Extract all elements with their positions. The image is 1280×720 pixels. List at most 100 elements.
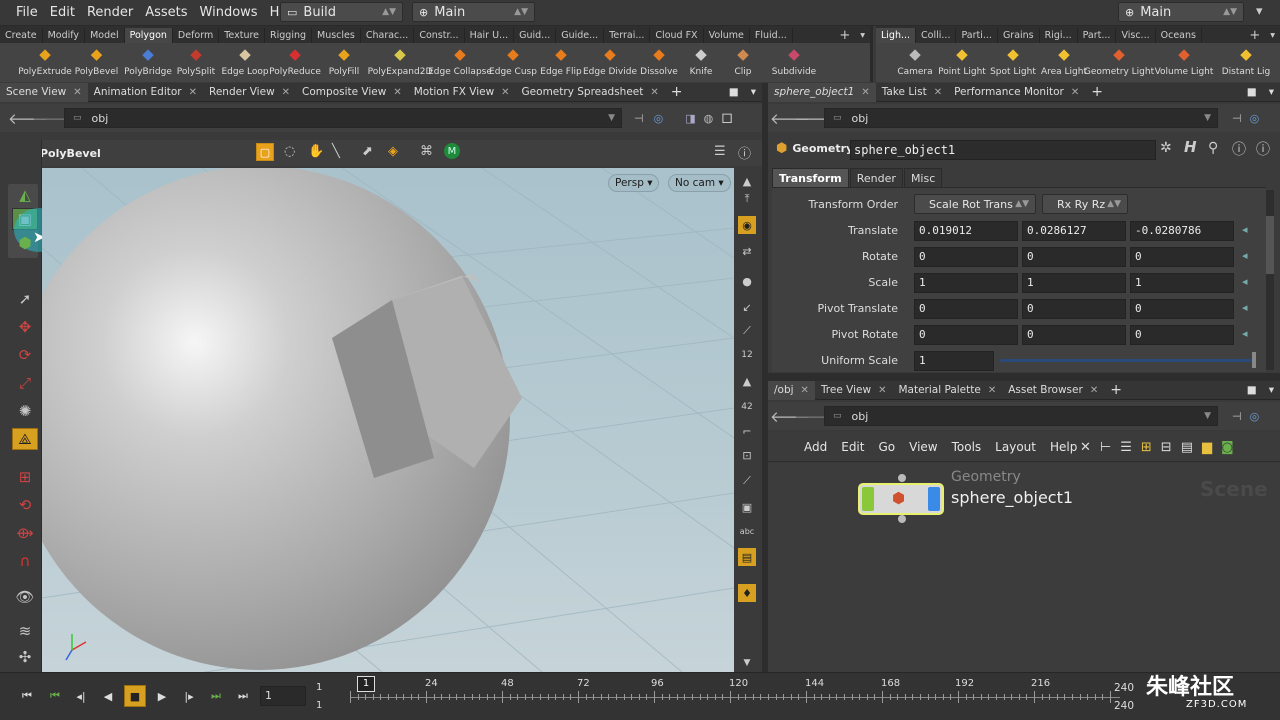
up-arrow-icon[interactable]: ▲	[738, 172, 756, 190]
link-icon[interactable]: ◎	[1250, 112, 1260, 125]
play-icon[interactable]: ▶	[151, 685, 173, 707]
tool-polysplit[interactable]: ◆ PolySplit	[173, 43, 219, 81]
shelf-tab-volume[interactable]: Volume	[704, 28, 750, 43]
slider-handle[interactable]	[1252, 352, 1256, 368]
maximize-icon[interactable]: ■	[1241, 381, 1263, 400]
tool-point-light[interactable]: ◆ Point Light	[936, 43, 988, 81]
close-icon[interactable]: ✕	[1071, 83, 1079, 102]
rotate-tool-icon[interactable]: ⟳	[12, 344, 38, 366]
menu-file[interactable]: File	[10, 0, 44, 26]
snap-icon[interactable]: ↙	[738, 298, 756, 316]
select-tool-icon[interactable]: ➚	[12, 288, 38, 310]
pane-tab-composite-view[interactable]: Composite View ✕	[296, 83, 408, 102]
tool-area-light[interactable]: ◆ Area Light	[1038, 43, 1090, 81]
shelf-tab-oceans[interactable]: Oceans	[1156, 28, 1202, 43]
add-shelf-icon[interactable]: +	[834, 28, 855, 43]
shelf-menu-icon[interactable]: ▾	[855, 28, 870, 43]
pane-tab-render-view[interactable]: Render View ✕	[203, 83, 296, 102]
tool-subdivide[interactable]: ◆ Subdivide	[767, 43, 821, 81]
info-icon[interactable]: ⓘ	[1232, 139, 1246, 159]
step-end-icon[interactable]: ⏭	[205, 685, 227, 707]
tool-edge-cusp[interactable]: ◆ Edge Cusp	[489, 43, 537, 81]
forward-arrow-icon[interactable]: 🡒	[794, 109, 834, 128]
right-bottom-path-field[interactable]: ▭ obj ▼	[824, 406, 1218, 426]
channel-icon[interactable]: ◂	[1242, 327, 1248, 340]
points-icon[interactable]: 12	[738, 346, 756, 364]
forward-arrow-icon[interactable]: 🡒	[32, 109, 72, 128]
back-arrow-icon[interactable]: 🡐	[770, 407, 810, 426]
menu-edit[interactable]: Edit	[44, 0, 81, 26]
network-editor[interactable]: Scene ⬢ Geometry sphere_object1	[768, 463, 1280, 672]
pane-menu-icon[interactable]: ▾	[745, 83, 762, 102]
net-menu-view[interactable]: View	[909, 440, 937, 454]
shelf-tab-constr[interactable]: Constr...	[414, 28, 465, 43]
table-icon[interactable]: ⊟	[1161, 440, 1172, 455]
scene-viewport[interactable]: Persp ▾ No cam ▾	[42, 168, 734, 672]
shelf-tab-deform[interactable]: Deform	[173, 28, 220, 43]
pane-tab-sphere-object1[interactable]: sphere_object1 ✕	[768, 82, 876, 102]
pane-tab-asset-browser[interactable]: Asset Browser ✕	[1002, 381, 1104, 400]
pane-tab-tree-view[interactable]: Tree View ✕	[815, 381, 893, 400]
pane-menu-icon[interactable]: ▾	[1263, 381, 1280, 400]
close-icon[interactable]: ✕	[189, 83, 197, 102]
menu-assets[interactable]: Assets	[139, 0, 193, 26]
channel-icon[interactable]: ◂	[1242, 223, 1248, 236]
close-icon[interactable]: ✕	[801, 381, 809, 400]
background-icon[interactable]: ▤	[738, 548, 756, 566]
right-top-path-field[interactable]: ▭ obj ▼	[824, 108, 1218, 128]
param-tab-render[interactable]: Render	[849, 168, 903, 187]
param-field-y[interactable]: 0	[1022, 299, 1126, 319]
rotate-tool-2-icon[interactable]: ⟲	[12, 494, 38, 516]
shelf-menu-icon[interactable]: ▾	[1265, 28, 1280, 43]
layers-icon[interactable]: ≋	[12, 620, 38, 642]
close-icon[interactable]: ✕	[393, 83, 401, 102]
right-main-dropdown[interactable]: ⊕ Main ▲▼	[1118, 2, 1244, 22]
tool-edge-collapse[interactable]: ◆ Edge Collapse	[428, 43, 492, 81]
jump-start-icon[interactable]: ⏮	[16, 685, 38, 707]
list-icon[interactable]: ☰	[1120, 440, 1132, 455]
normals-icon[interactable]: ⌐	[738, 422, 756, 440]
shelf-tab-cloud-fx[interactable]: Cloud FX	[650, 28, 704, 43]
pane-tab-animation-editor[interactable]: Animation Editor ✕	[88, 83, 203, 102]
shelf-tab-charac[interactable]: Charac...	[361, 28, 415, 43]
tool-polyextrude[interactable]: ◆ PolyExtrude	[18, 43, 72, 81]
param-field-x[interactable]: 0	[914, 247, 1018, 267]
close-icon[interactable]: ✕	[1090, 381, 1098, 400]
pane-tab-motion-fx-view[interactable]: Motion FX View ✕	[408, 83, 516, 102]
tool-polybridge[interactable]: ◆ PolyBridge	[123, 43, 173, 81]
select-groups-icon[interactable]: ◈	[388, 144, 398, 159]
display-mode-icon[interactable]: ▲	[738, 372, 756, 390]
start-frame[interactable]: 1	[316, 682, 322, 693]
render-icon[interactable]: ◍	[704, 112, 714, 125]
dot-icon[interactable]: ●	[738, 272, 756, 290]
display-flag[interactable]	[862, 487, 874, 511]
laser-select-icon[interactable]: ╲	[332, 144, 340, 159]
scale-tool-icon[interactable]: ⤢	[12, 372, 38, 394]
shelf-tab-terrai[interactable]: Terrai...	[604, 28, 651, 43]
handle-tool-icon[interactable]: ◭	[12, 184, 38, 206]
uniform-scale-slider[interactable]	[1000, 359, 1252, 362]
pin-icon[interactable]: ⊣	[1232, 410, 1242, 423]
rotate-order-menu[interactable]: Rx Ry Rz ▲▼	[1042, 194, 1128, 214]
wire-icon[interactable]: ⟋	[738, 472, 756, 490]
tree-icon[interactable]: ⊢	[1100, 440, 1111, 455]
param-field-x[interactable]: 1	[914, 273, 1018, 293]
text-icon[interactable]: abc	[738, 522, 756, 540]
close-icon[interactable]: ✕	[282, 83, 290, 102]
grid-icon[interactable]: ⊡	[738, 446, 756, 464]
param-field-z[interactable]: 0	[1130, 325, 1234, 345]
render-settings-icon[interactable]: ✣	[12, 646, 38, 668]
home-icon[interactable]: ⤒	[738, 190, 756, 208]
node-input[interactable]	[898, 474, 906, 482]
pivot-tool-icon[interactable]: ⟴	[12, 522, 38, 544]
playhead-marker[interactable]: 1	[357, 676, 375, 692]
hscript-icon[interactable]: H	[1184, 138, 1197, 156]
shelf-tab-rigi[interactable]: Rigi...	[1040, 28, 1078, 43]
next-key-icon[interactable]: |▸	[178, 685, 200, 707]
transform-order-menu[interactable]: Scale Rot Trans ▲▼	[914, 194, 1036, 214]
jump-end-icon[interactable]: ⏭	[232, 685, 254, 707]
maximize-icon[interactable]: ■	[723, 83, 745, 102]
grid-view-icon[interactable]: ⊞	[1141, 440, 1152, 455]
snapshot-icon[interactable]: ◻	[721, 110, 733, 126]
param-field-z[interactable]: 1	[1130, 273, 1234, 293]
